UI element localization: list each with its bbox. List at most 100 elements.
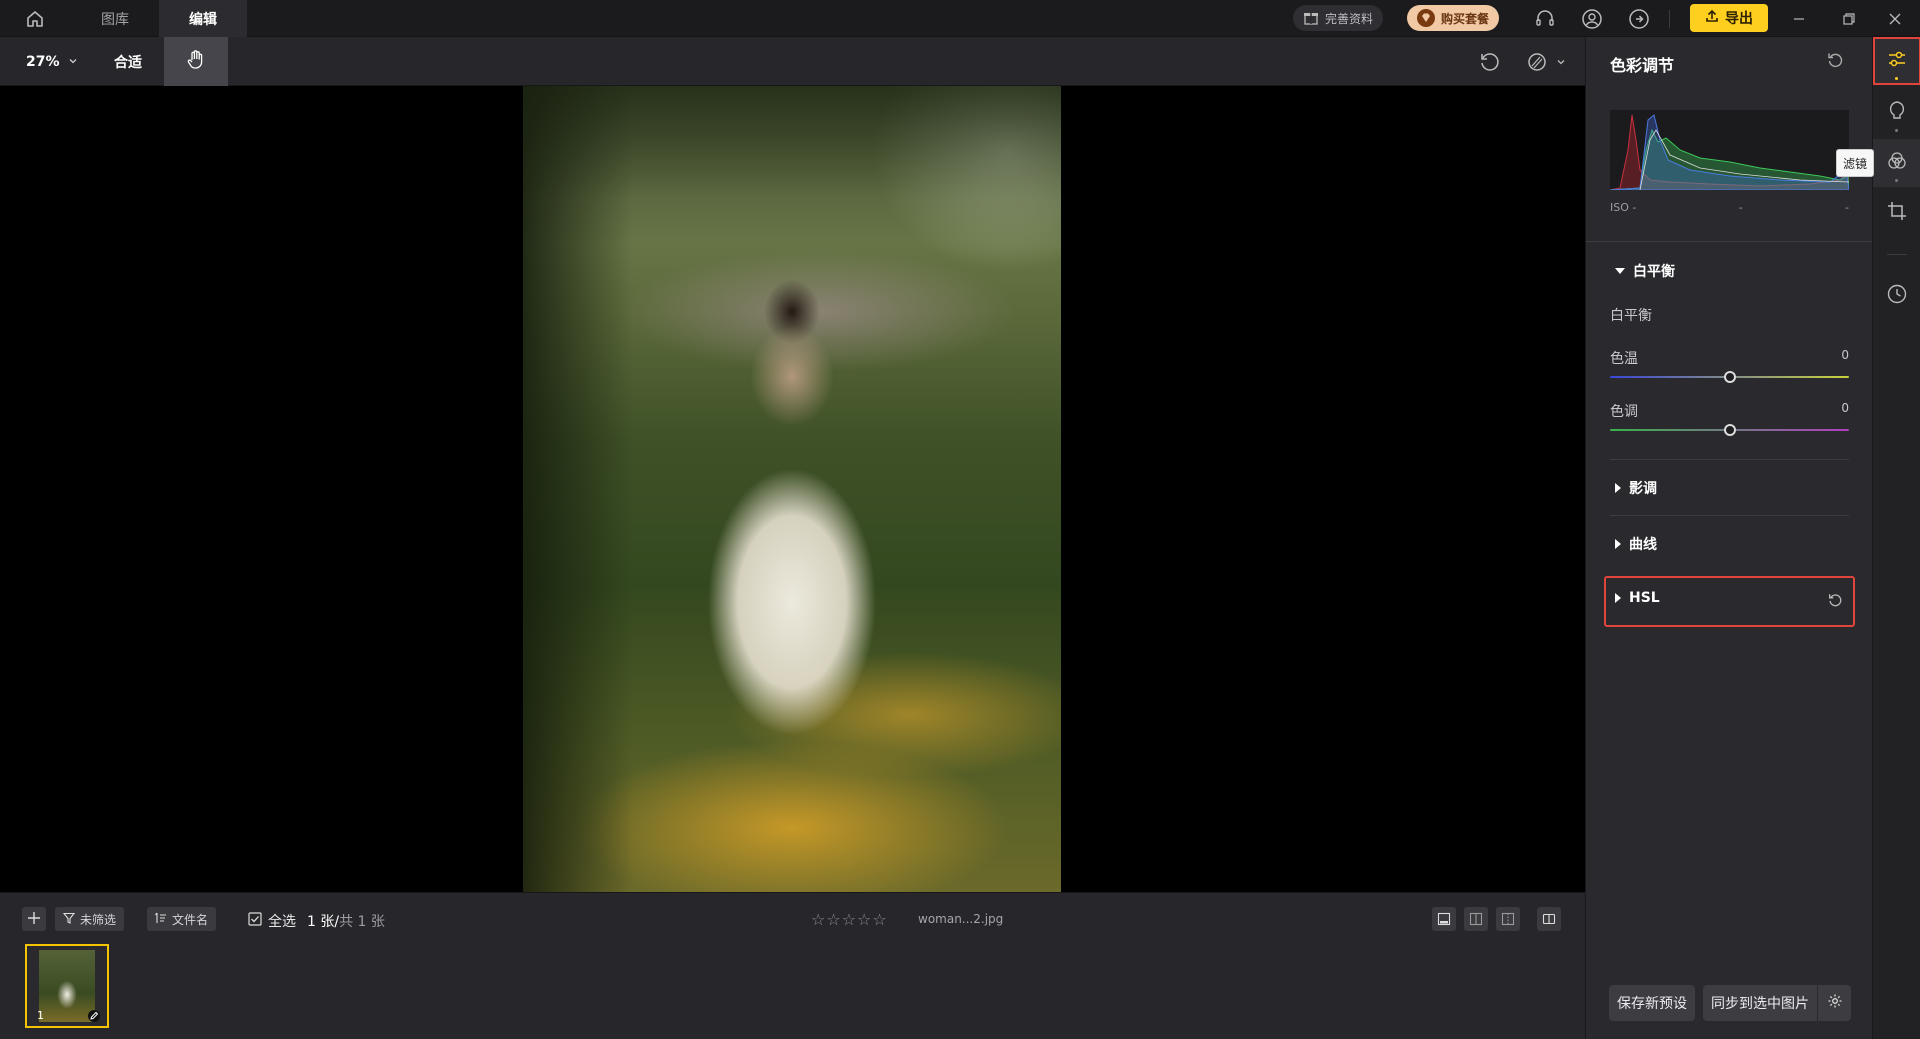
- hand-icon: [186, 49, 206, 75]
- tab-edit[interactable]: 编辑: [159, 0, 247, 37]
- divider: [1610, 515, 1849, 516]
- home-icon[interactable]: [20, 6, 50, 32]
- rail-dot: [1895, 129, 1898, 132]
- share-icon[interactable]: [1626, 6, 1652, 32]
- divider: [1610, 459, 1849, 460]
- white-balance-preset[interactable]: 白平衡: [1610, 305, 1652, 325]
- crop-icon: [1886, 200, 1908, 226]
- complete-profile-button[interactable]: 完善资料: [1293, 5, 1384, 31]
- caret-down-icon: [1615, 268, 1625, 274]
- complete-profile-label: 完善资料: [1325, 11, 1374, 26]
- compare-icon[interactable]: [1523, 48, 1551, 76]
- filter-button[interactable]: 未筛选: [55, 907, 125, 931]
- sort-icon: [155, 912, 167, 927]
- editor-toolbar: 27% 合适: [0, 37, 1585, 86]
- fit-button[interactable]: 合适: [114, 37, 142, 86]
- chevron-down-icon: [68, 54, 78, 70]
- restore-icon[interactable]: [1836, 6, 1862, 32]
- add-image-button[interactable]: [22, 907, 46, 931]
- buy-package-label: 购买套餐: [1441, 11, 1490, 26]
- section-white-balance[interactable]: 白平衡: [1615, 261, 1675, 281]
- filmstrip-thumbnail[interactable]: 1: [25, 944, 109, 1028]
- title-bar: 图库 编辑 完善资料 购买套餐 导出: [0, 0, 1920, 37]
- temperature-slider-knob[interactable]: [1723, 371, 1736, 383]
- select-all-label: 全选: [268, 914, 296, 930]
- temperature-label: 色温: [1610, 351, 1638, 367]
- file-name: woman...2.jpg: [918, 912, 1004, 926]
- exif-right: -: [1845, 201, 1849, 214]
- divider: [1586, 241, 1873, 242]
- close-icon[interactable]: [1882, 6, 1908, 32]
- temperature-slider[interactable]: [1610, 371, 1849, 383]
- caret-right-icon: [1615, 483, 1621, 493]
- user-icon[interactable]: [1579, 6, 1605, 32]
- export-label: 导出: [1725, 11, 1753, 27]
- minimize-icon[interactable]: [1786, 6, 1812, 32]
- color-adjust-panel: 色彩调节 ISO - - - 白平衡 白平衡 色温 0 色调 0 影调 曲线 H…: [1585, 37, 1873, 1039]
- section-curve-label: 曲线: [1629, 537, 1657, 553]
- crop-tool-button[interactable]: [1873, 189, 1920, 237]
- filmstrip-view-icon[interactable]: [1432, 907, 1456, 931]
- save-preset-button[interactable]: 保存新预设: [1609, 985, 1695, 1021]
- filter-tooltip: 滤镜: [1836, 149, 1874, 177]
- section-tone-label: 影调: [1629, 481, 1657, 497]
- export-button[interactable]: 导出: [1690, 4, 1768, 32]
- reset-icon[interactable]: [1826, 51, 1846, 71]
- filmstrip-bar: 未筛选 文件名 全选 1 张/ 共 1 张 ☆☆☆☆☆ woman...2.jp…: [0, 892, 1585, 1039]
- thumbnail-number: 1: [37, 1009, 44, 1022]
- exif-mid: -: [1738, 201, 1743, 214]
- tint-value[interactable]: 0: [1829, 401, 1849, 415]
- section-tone[interactable]: 影调: [1615, 478, 1657, 498]
- tint-label: 色调: [1610, 404, 1638, 420]
- hand-tool-button[interactable]: [164, 37, 228, 86]
- clock-icon: [1886, 283, 1908, 309]
- panel-title: 色彩调节: [1610, 56, 1675, 75]
- rail-divider: [1887, 254, 1907, 255]
- tint-slider[interactable]: [1610, 424, 1849, 436]
- upload-icon: [1705, 9, 1719, 27]
- plus-icon: [27, 911, 41, 928]
- filter-label: 未筛选: [80, 912, 117, 927]
- checkbox-icon: [248, 912, 262, 930]
- zoom-dropdown[interactable]: 27%: [26, 37, 78, 86]
- filter-circles-icon: [1886, 150, 1908, 176]
- side-by-side-view-icon[interactable]: [1537, 907, 1561, 931]
- sync-to-selected-button[interactable]: 同步到选中图片: [1703, 985, 1817, 1021]
- titlebar-divider: [1669, 10, 1670, 28]
- section-curve[interactable]: 曲线: [1615, 534, 1657, 554]
- exif-readout: ISO - - -: [1610, 201, 1849, 214]
- section-white-balance-label: 白平衡: [1633, 264, 1675, 280]
- sort-button[interactable]: 文件名: [147, 907, 217, 931]
- photo-preview: [523, 86, 1061, 892]
- zoom-value: 27%: [26, 53, 60, 70]
- compare-chevron-icon[interactable]: [1553, 48, 1569, 76]
- image-count-current: 1 张/: [307, 914, 340, 930]
- split-view-icon[interactable]: [1464, 907, 1488, 931]
- image-count-total: 共 1 张: [339, 914, 385, 930]
- sort-label: 文件名: [172, 912, 209, 927]
- rotate-icon[interactable]: [1475, 48, 1503, 76]
- image-count: 1 张/ 共 1 张: [307, 911, 385, 931]
- caret-right-icon: [1615, 539, 1621, 549]
- rating-stars[interactable]: ☆☆☆☆☆: [811, 910, 888, 929]
- section-hsl-label: HSL: [1629, 590, 1660, 606]
- tint-slider-knob[interactable]: [1723, 424, 1736, 436]
- iso-label: ISO -: [1610, 201, 1637, 214]
- rail-dot: [1895, 77, 1898, 80]
- histogram: [1610, 110, 1849, 190]
- section-hsl-header[interactable]: HSL: [1615, 590, 1660, 606]
- image-canvas[interactable]: [0, 86, 1585, 892]
- temperature-value[interactable]: 0: [1829, 348, 1849, 362]
- sync-settings-button[interactable]: [1818, 985, 1851, 1021]
- tab-library[interactable]: 图库: [71, 0, 159, 37]
- headset-icon[interactable]: [1532, 6, 1558, 32]
- buy-package-button[interactable]: 购买套餐: [1407, 5, 1500, 31]
- gear-icon: [1827, 993, 1843, 1013]
- rail-dot: [1895, 179, 1898, 182]
- before-after-view-icon[interactable]: [1496, 907, 1520, 931]
- select-all-checkbox[interactable]: 全选: [248, 911, 296, 931]
- gift-icon: [1303, 9, 1319, 28]
- hsl-reset-icon[interactable]: [1827, 592, 1845, 610]
- history-tool-button[interactable]: [1873, 272, 1920, 320]
- bulb-icon: [1886, 100, 1908, 126]
